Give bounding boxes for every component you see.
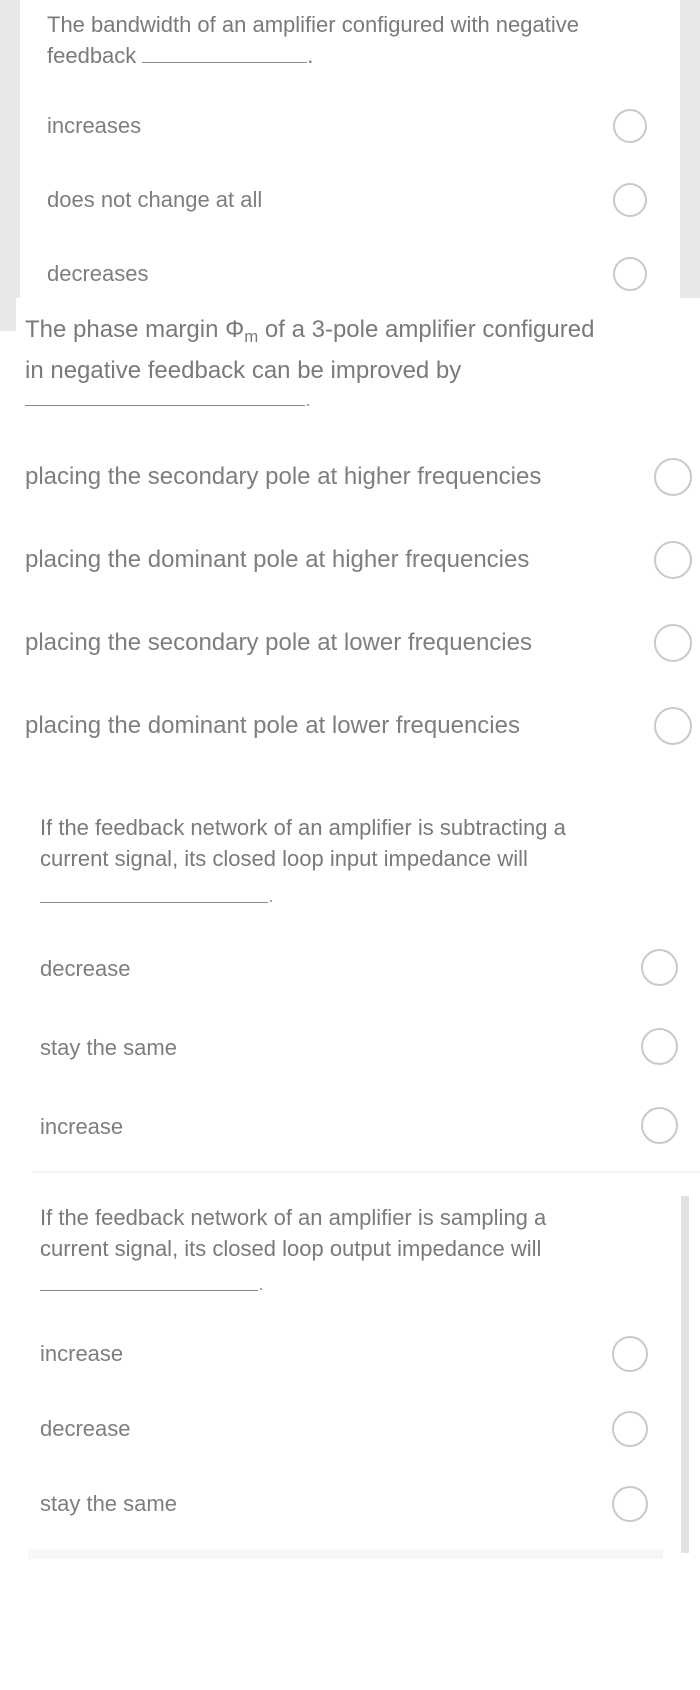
question-4-text: If the feedback network of an amplifier … <box>40 1202 670 1264</box>
phi-symbol: Φ <box>225 316 245 343</box>
radio-button-icon[interactable] <box>654 458 692 496</box>
option-label: decrease <box>40 956 131 981</box>
question-2-text-pre: The phase margin <box>25 316 226 343</box>
option-label: placing the dominant pole at lower frequ… <box>25 712 520 739</box>
question-3-text: If the feedback network of an amplifier … <box>40 812 690 874</box>
period <box>260 1288 262 1290</box>
radio-button-icon[interactable] <box>612 1486 648 1522</box>
radio-button-icon[interactable] <box>612 1411 648 1447</box>
option-label: increase <box>40 1341 124 1366</box>
option-label: increases <box>47 113 142 138</box>
answer-blank <box>25 405 305 406</box>
option-label: placing the dominant pole at higher freq… <box>25 546 530 573</box>
section-divider <box>28 1549 663 1559</box>
question-1-text: The bandwidth of an amplifier configured… <box>47 9 667 71</box>
q3-option-1[interactable]: decrease <box>0 938 700 998</box>
option-label: decrease <box>40 1416 131 1441</box>
option-label: stay the same <box>40 1035 177 1060</box>
question-2-text: The phase margin Φm of a 3-pole amplifie… <box>25 313 695 388</box>
period: . <box>307 43 314 68</box>
period <box>307 404 309 406</box>
section-divider <box>32 1171 700 1173</box>
question-2-line-1: The phase margin Φm of a 3-pole amplifie… <box>25 313 695 354</box>
q1-option-1[interactable]: increases <box>0 96 700 156</box>
question-3-line-2: current signal, its closed loop input im… <box>40 846 528 871</box>
radio-button-icon[interactable] <box>654 541 692 579</box>
radio-button-icon[interactable] <box>613 109 647 143</box>
q4-option-1[interactable]: increase <box>0 1324 700 1384</box>
radio-button-icon[interactable] <box>654 707 692 745</box>
option-label: does not change at all <box>47 187 263 212</box>
question-4-line-1: If the feedback network of an amplifier … <box>40 1205 547 1230</box>
option-label: increase <box>40 1114 124 1139</box>
question-4-line-2: current signal, its closed loop output i… <box>40 1236 542 1261</box>
radio-button-icon[interactable] <box>641 1028 678 1065</box>
q2-option-2[interactable]: placing the dominant pole at higher freq… <box>0 530 700 590</box>
q4-option-2[interactable]: decrease <box>0 1399 700 1459</box>
q2-option-1[interactable]: placing the secondary pole at higher fre… <box>0 447 700 507</box>
question-3-line-1: If the feedback network of an amplifier … <box>40 815 566 840</box>
q2-option-3[interactable]: placing the secondary pole at lower freq… <box>0 613 700 673</box>
radio-button-icon[interactable] <box>613 183 647 217</box>
question-2-line-2: in negative feedback can be improved by <box>25 357 462 385</box>
q1-option-2[interactable]: does not change at all <box>0 170 700 230</box>
radio-button-icon[interactable] <box>641 1107 678 1144</box>
option-label: decreases <box>47 261 149 286</box>
option-label: stay the same <box>40 1491 177 1516</box>
q3-option-3[interactable]: increase <box>0 1096 700 1156</box>
radio-button-icon[interactable] <box>612 1336 648 1372</box>
radio-button-icon[interactable] <box>641 949 678 986</box>
q2-option-4[interactable]: placing the dominant pole at lower frequ… <box>0 696 700 756</box>
question-1-line-2: feedback <box>47 43 137 68</box>
period <box>270 900 272 902</box>
radio-button-icon[interactable] <box>613 257 647 291</box>
answer-blank <box>40 902 268 903</box>
option-label: placing the secondary pole at lower freq… <box>25 629 532 656</box>
question-2-text-post: of a 3-pole amplifier configured <box>258 316 595 343</box>
q4-option-3[interactable]: stay the same <box>0 1474 700 1534</box>
answer-blank <box>142 61 308 63</box>
q1-option-3[interactable]: decreases <box>0 244 700 304</box>
q3-option-2[interactable]: stay the same <box>0 1017 700 1077</box>
radio-button-icon[interactable] <box>654 624 692 662</box>
question-1-line-1: The bandwidth of an amplifier configured… <box>47 12 579 37</box>
answer-blank <box>40 1290 258 1291</box>
phi-subscript: m <box>244 327 259 347</box>
question-1-line-2-wrap: feedback. <box>47 40 667 71</box>
option-label: placing the secondary pole at higher fre… <box>25 463 542 490</box>
